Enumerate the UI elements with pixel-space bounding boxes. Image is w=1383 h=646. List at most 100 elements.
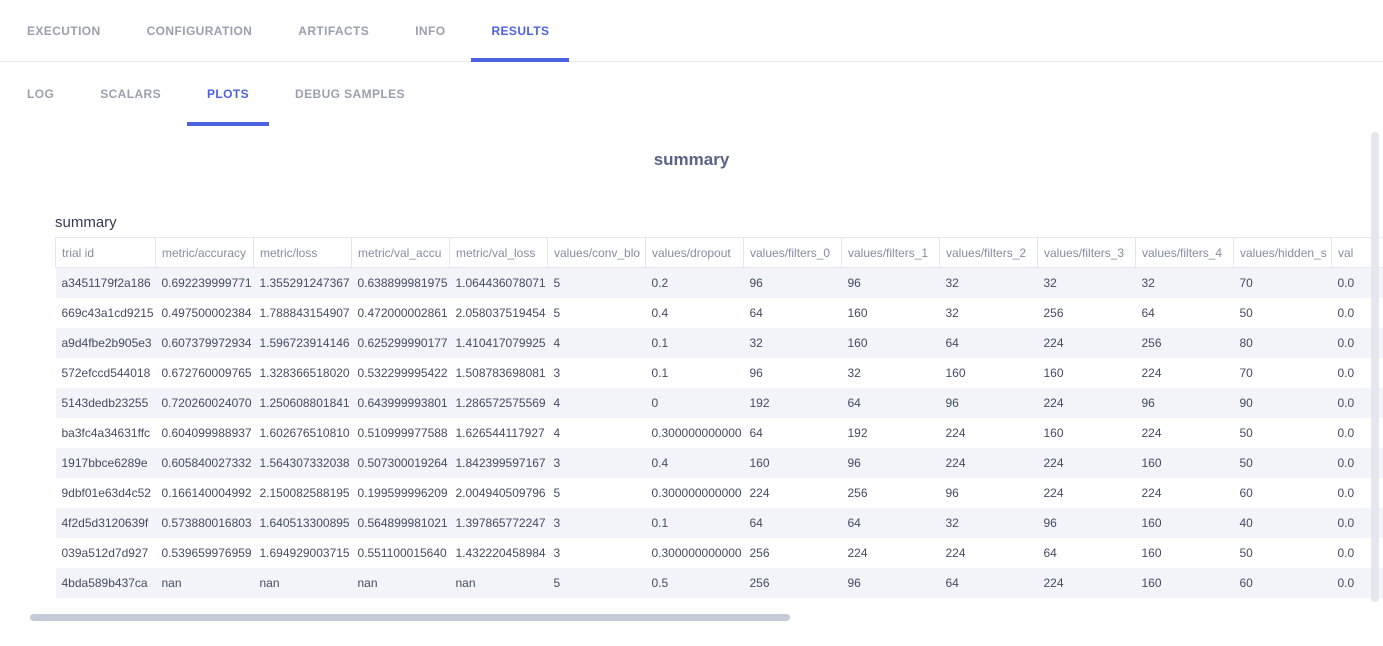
table-cell: 1.355291247367 [254, 268, 352, 298]
table-cell: 224 [1038, 448, 1136, 478]
table-row: a9d4fbe2b905e30.6073799729341.5967239141… [56, 328, 1383, 358]
table-cell: 224 [744, 478, 842, 508]
table-cell: 224 [1038, 388, 1136, 418]
table-cell: 32 [744, 328, 842, 358]
table-cell: 0.625299990177 [352, 328, 450, 358]
table-cell: 60 [1234, 478, 1332, 508]
table-cell: 50 [1234, 538, 1332, 568]
table-cell: 1.596723914146 [254, 328, 352, 358]
tab-configuration[interactable]: CONFIGURATION [127, 0, 273, 61]
table-row: 572efccd5440180.6727600097651.3283665180… [56, 358, 1383, 388]
subtab-scalars[interactable]: SCALARS [80, 62, 181, 126]
table-cell: 50 [1234, 298, 1332, 328]
table-cell: 5143dedb23255 [56, 388, 156, 418]
table-cell: 224 [940, 448, 1038, 478]
column-header: values/dropout [646, 238, 744, 268]
column-header: metric/val_loss [450, 238, 548, 268]
plot-title: summary [0, 126, 1383, 170]
table-cell: 256 [1136, 328, 1234, 358]
table-cell: 64 [842, 508, 940, 538]
subtab-log[interactable]: LOG [7, 62, 74, 126]
table-cell: 5 [548, 478, 646, 508]
table-cell: 0.2 [646, 268, 744, 298]
table-title: summary [55, 214, 1383, 231]
table-cell: 0.638899981975 [352, 268, 450, 298]
table-cell: 0.1 [646, 358, 744, 388]
column-header: values/hidden_s [1234, 238, 1332, 268]
tab-execution[interactable]: EXECUTION [7, 0, 121, 61]
table-cell: 64 [744, 298, 842, 328]
subtab-plots[interactable]: PLOTS [187, 62, 269, 126]
table-cell: 0.607379972934 [156, 328, 254, 358]
table-cell: 2.058037519454 [450, 298, 548, 328]
vertical-scrollbar[interactable] [1371, 132, 1379, 602]
table-cell: 160 [1136, 538, 1234, 568]
table-cell: 70 [1234, 358, 1332, 388]
table-cell: 50 [1234, 448, 1332, 478]
table-cell: 1917bbce6289e [56, 448, 156, 478]
horizontal-scrollbar[interactable] [30, 614, 790, 621]
table-cell: 224 [842, 538, 940, 568]
table-cell: a9d4fbe2b905e3 [56, 328, 156, 358]
table-cell: 9dbf01e63d4c52 [56, 478, 156, 508]
table-cell: 0.199599996209 [352, 478, 450, 508]
table-cell: 1.842399597167 [450, 448, 548, 478]
table-row: a3451179f2a1860.6922399997711.3552912473… [56, 268, 1383, 298]
table-cell: 192 [842, 418, 940, 448]
table-cell: 5 [548, 268, 646, 298]
table-cell: 64 [1038, 538, 1136, 568]
table-cell: 0.539659976959 [156, 538, 254, 568]
table-cell: 1.788843154907 [254, 298, 352, 328]
table-cell: 90 [1234, 388, 1332, 418]
table-cell: 1.250608801841 [254, 388, 352, 418]
table-cell: 4 [548, 418, 646, 448]
table-cell: 1.564307332038 [254, 448, 352, 478]
table-cell: 80 [1234, 328, 1332, 358]
table-cell: 3 [548, 508, 646, 538]
table-cell: 4 [548, 388, 646, 418]
table-row: 669c43a1cd92150.4975000023841.7888431549… [56, 298, 1383, 328]
table-cell: 0.300000000000 [646, 538, 744, 568]
table-cell: 1.064436078071 [450, 268, 548, 298]
table-cell: 572efccd544018 [56, 358, 156, 388]
table-cell: 0.573880016803 [156, 508, 254, 538]
table-cell: 64 [842, 388, 940, 418]
table-cell: 1.694929003715 [254, 538, 352, 568]
table-cell: 0.720260024070 [156, 388, 254, 418]
table-cell: 40 [1234, 508, 1332, 538]
tab-artifacts[interactable]: ARTIFACTS [278, 0, 389, 61]
table-cell: 2.004940509796 [450, 478, 548, 508]
table-cell: 0.510999977588 [352, 418, 450, 448]
table-cell: 160 [842, 328, 940, 358]
table-cell: 64 [744, 508, 842, 538]
table-row: 9dbf01e63d4c520.1661400049922.1500825881… [56, 478, 1383, 508]
table-cell: 0.643999993801 [352, 388, 450, 418]
subtab-debug-samples[interactable]: DEBUG SAMPLES [275, 62, 425, 126]
table-cell: 50 [1234, 418, 1332, 448]
column-header: values/filters_1 [842, 238, 940, 268]
tab-info[interactable]: INFO [395, 0, 465, 61]
column-header: metric/val_accu [352, 238, 450, 268]
experiment-results-window: EXECUTIONCONFIGURATIONARTIFACTSINFORESUL… [0, 0, 1383, 646]
table-cell: 160 [842, 298, 940, 328]
table-cell: 0.532299995422 [352, 358, 450, 388]
table-cell: nan [450, 568, 548, 598]
results-subtabbar: LOGSCALARSPLOTSDEBUG SAMPLES [0, 62, 1383, 126]
table-cell: 039a512d7d927 [56, 538, 156, 568]
table-cell: 0.472000002861 [352, 298, 450, 328]
table-row: 4f2d5d3120639f0.5738800168031.6405133008… [56, 508, 1383, 538]
table-cell: 0.507300019264 [352, 448, 450, 478]
table-cell: 1.602676510810 [254, 418, 352, 448]
tab-results[interactable]: RESULTS [471, 0, 569, 61]
table-cell: 32 [842, 358, 940, 388]
table-cell: 3 [548, 358, 646, 388]
table-cell: 0.4 [646, 298, 744, 328]
table-cell: 32 [940, 508, 1038, 538]
table-cell: 0.692239999771 [156, 268, 254, 298]
table-cell: 32 [940, 298, 1038, 328]
table-cell: 96 [940, 478, 1038, 508]
table-cell: 224 [1038, 568, 1136, 598]
table-cell: 192 [744, 388, 842, 418]
table-cell: 3 [548, 448, 646, 478]
column-header: metric/accuracy [156, 238, 254, 268]
